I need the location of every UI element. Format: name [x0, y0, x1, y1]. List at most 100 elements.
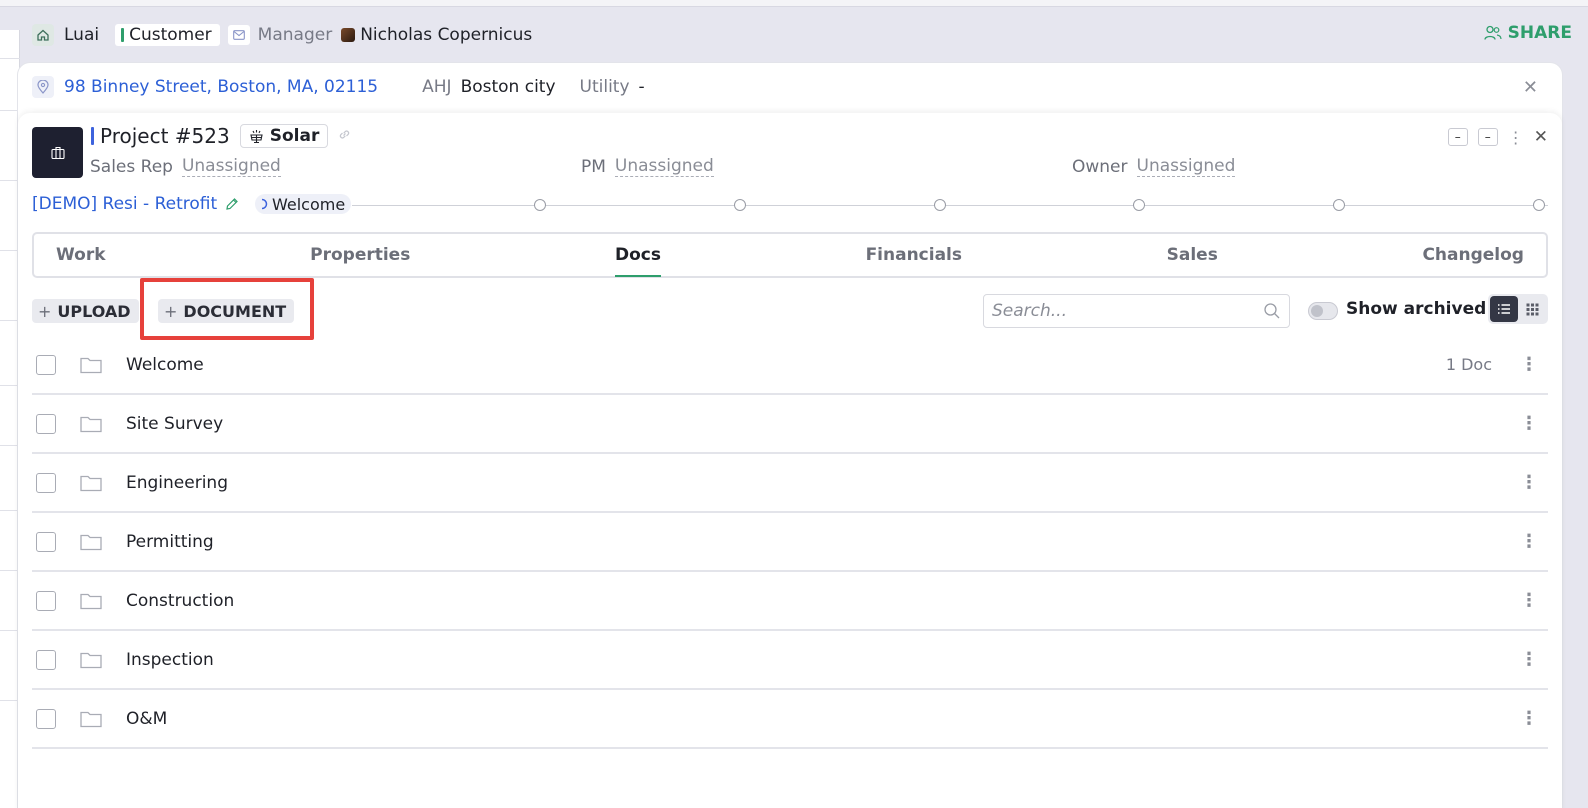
upload-label: UPLOAD: [57, 301, 131, 321]
list-view-button[interactable]: [1490, 296, 1518, 322]
stage-progress-icon: [261, 198, 268, 210]
tab-financials[interactable]: Financials: [866, 233, 962, 277]
briefcase-icon: [50, 146, 65, 159]
folder-name: O&M: [126, 708, 168, 729]
folder-row[interactable]: Construction ⋮: [32, 572, 1548, 631]
highlight-annotation: [140, 278, 314, 340]
row-menu-icon[interactable]: ⋮: [1520, 649, 1538, 670]
close-address-panel-icon[interactable]: ✕: [1523, 77, 1538, 98]
tab-docs[interactable]: Docs: [614, 233, 661, 277]
project-title: Project #523: [100, 124, 230, 148]
pm-label: PM: [581, 156, 606, 177]
card-controls: – – ⋮ ✕: [1447, 127, 1548, 147]
owner-value[interactable]: Unassigned: [1136, 156, 1236, 177]
folder-icon: [80, 474, 102, 492]
collapse-button[interactable]: –: [1477, 128, 1498, 146]
tab-changelog[interactable]: Changelog: [1422, 233, 1524, 277]
show-archived-toggle[interactable]: [1308, 302, 1338, 320]
solar-panel-icon: [250, 130, 263, 143]
row-menu-icon[interactable]: ⋮: [1520, 354, 1538, 375]
background-app-strip: [0, 30, 20, 808]
customer-indicator: [121, 28, 125, 42]
workflow-stage-node[interactable]: [1533, 199, 1545, 211]
row-menu-icon[interactable]: ⋮: [1520, 708, 1538, 729]
workflow-stage-node[interactable]: [934, 199, 946, 211]
folder-row[interactable]: Permitting ⋮: [32, 513, 1548, 572]
project-logo: [32, 127, 83, 178]
row-menu-icon[interactable]: ⋮: [1520, 531, 1538, 552]
sales-rep-value[interactable]: Unassigned: [181, 156, 281, 177]
folder-icon: [80, 710, 102, 728]
customer-badge: Customer: [115, 24, 220, 46]
link-icon[interactable]: [338, 128, 351, 145]
folder-name: Construction: [126, 590, 235, 611]
workflow-template-link[interactable]: [DEMO] Resi - Retrofit: [32, 194, 239, 214]
toggle-knob: [1311, 305, 1323, 317]
current-stage-label: Welcome: [272, 194, 346, 214]
folder-row[interactable]: O&M ⋮: [32, 690, 1548, 749]
workflow-stage-node[interactable]: [1333, 199, 1345, 211]
row-menu-icon[interactable]: ⋮: [1520, 590, 1538, 611]
sales-rep-field: Sales Rep Unassigned: [90, 156, 281, 177]
owner-field: Owner Unassigned: [1072, 156, 1236, 177]
manager-name[interactable]: Nicholas Copernicus: [360, 25, 532, 45]
project-title-indicator: [91, 127, 94, 145]
folder-doc-count: 1 Doc: [1445, 355, 1492, 374]
search-box: [983, 294, 1290, 328]
user-name[interactable]: Luai: [64, 25, 99, 45]
project-title-row: Project #523 Solar: [91, 124, 351, 148]
close-project-icon[interactable]: ✕: [1534, 127, 1548, 147]
folder-name: Engineering: [126, 472, 228, 493]
row-menu-icon[interactable]: ⋮: [1520, 413, 1538, 434]
folder-icon: [80, 415, 102, 433]
upload-button[interactable]: + UPLOAD: [32, 299, 139, 323]
share-button[interactable]: SHARE: [1484, 23, 1572, 43]
customer-label: Customer: [129, 25, 212, 45]
folder-checkbox[interactable]: [36, 708, 56, 729]
folder-checkbox[interactable]: [36, 413, 56, 434]
address-row: 98 Binney Street, Boston, MA, 02115 AHJ …: [32, 75, 669, 99]
project-card: Project #523 Solar Sales Rep Unassigned …: [18, 113, 1562, 808]
search-icon: [1264, 303, 1280, 319]
address-panel: 98 Binney Street, Boston, MA, 02115 AHJ …: [18, 63, 1562, 808]
project-type-badge: Solar: [239, 124, 329, 148]
folder-row[interactable]: Engineering ⋮: [32, 454, 1548, 513]
ahj-label: AHJ: [422, 77, 452, 97]
folder-checkbox[interactable]: [36, 649, 56, 670]
workflow-stage-node[interactable]: [1133, 199, 1145, 211]
background-top-band: [0, 0, 1588, 7]
pm-value[interactable]: Unassigned: [614, 156, 714, 177]
folder-row[interactable]: Inspection ⋮: [32, 631, 1548, 690]
current-stage-pill[interactable]: Welcome: [255, 194, 352, 214]
contact-header: Luai Customer Manager Nicholas Copernicu…: [32, 20, 1572, 50]
tab-properties[interactable]: Properties: [310, 233, 410, 277]
workflow-template-name: [DEMO] Resi - Retrofit: [32, 194, 218, 214]
folder-name: Permitting: [126, 531, 214, 552]
folder-name: Site Survey: [126, 413, 224, 434]
folder-checkbox[interactable]: [36, 472, 56, 493]
folder-name: Welcome: [126, 354, 204, 375]
edit-pencil-icon[interactable]: [225, 197, 239, 211]
folder-row[interactable]: Site Survey ⋮: [32, 395, 1548, 454]
more-options-icon[interactable]: ⋮: [1508, 128, 1524, 147]
search-input[interactable]: [992, 301, 1263, 321]
tab-sales[interactable]: Sales: [1167, 233, 1218, 277]
workflow-stage-node[interactable]: [734, 199, 746, 211]
minimize-button[interactable]: –: [1447, 128, 1468, 146]
row-menu-icon[interactable]: ⋮: [1520, 472, 1538, 493]
folder-checkbox[interactable]: [36, 354, 56, 375]
folder-name: Inspection: [126, 649, 214, 670]
location-pin-icon: [32, 76, 54, 98]
tab-work[interactable]: Work: [56, 233, 106, 277]
folder-icon: [80, 533, 102, 551]
address-link[interactable]: 98 Binney Street, Boston, MA, 02115: [64, 77, 378, 97]
folder-list: Welcome 1 Doc ⋮ Site Survey ⋮ Engineerin…: [32, 336, 1548, 749]
folder-checkbox[interactable]: [36, 531, 56, 552]
ahj-value: Boston city: [460, 77, 556, 97]
grid-view-button[interactable]: [1518, 296, 1546, 322]
manager-avatar: [341, 28, 356, 42]
folder-checkbox[interactable]: [36, 590, 56, 611]
workflow-stage-node[interactable]: [534, 199, 546, 211]
project-type-label: Solar: [269, 126, 320, 146]
folder-row[interactable]: Welcome 1 Doc ⋮: [32, 336, 1548, 395]
